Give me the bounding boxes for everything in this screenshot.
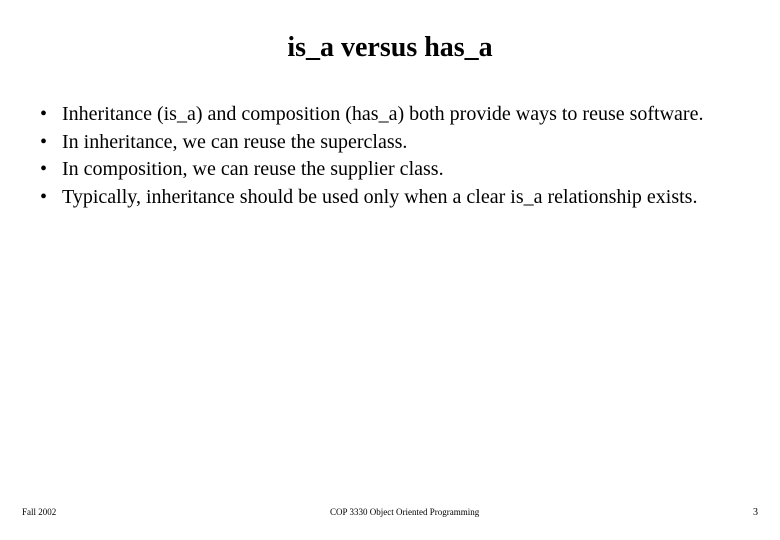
- footer-center: COP 3330 Object Oriented Programming: [56, 507, 753, 517]
- slide-title: is_a versus has_a: [28, 32, 752, 64]
- list-item: In composition, we can reuse the supplie…: [40, 157, 752, 183]
- footer-left: Fall 2002: [22, 507, 56, 517]
- list-item: In inheritance, we can reuse the supercl…: [40, 130, 752, 156]
- page-number: 3: [753, 507, 758, 518]
- list-item: Inheritance (is_a) and composition (has_…: [40, 102, 752, 128]
- slide-footer: Fall 2002 COP 3330 Object Oriented Progr…: [0, 507, 780, 518]
- list-item: Typically, inheritance should be used on…: [40, 185, 752, 211]
- slide: is_a versus has_a Inheritance (is_a) and…: [0, 0, 780, 540]
- bullet-list: Inheritance (is_a) and composition (has_…: [28, 102, 752, 210]
